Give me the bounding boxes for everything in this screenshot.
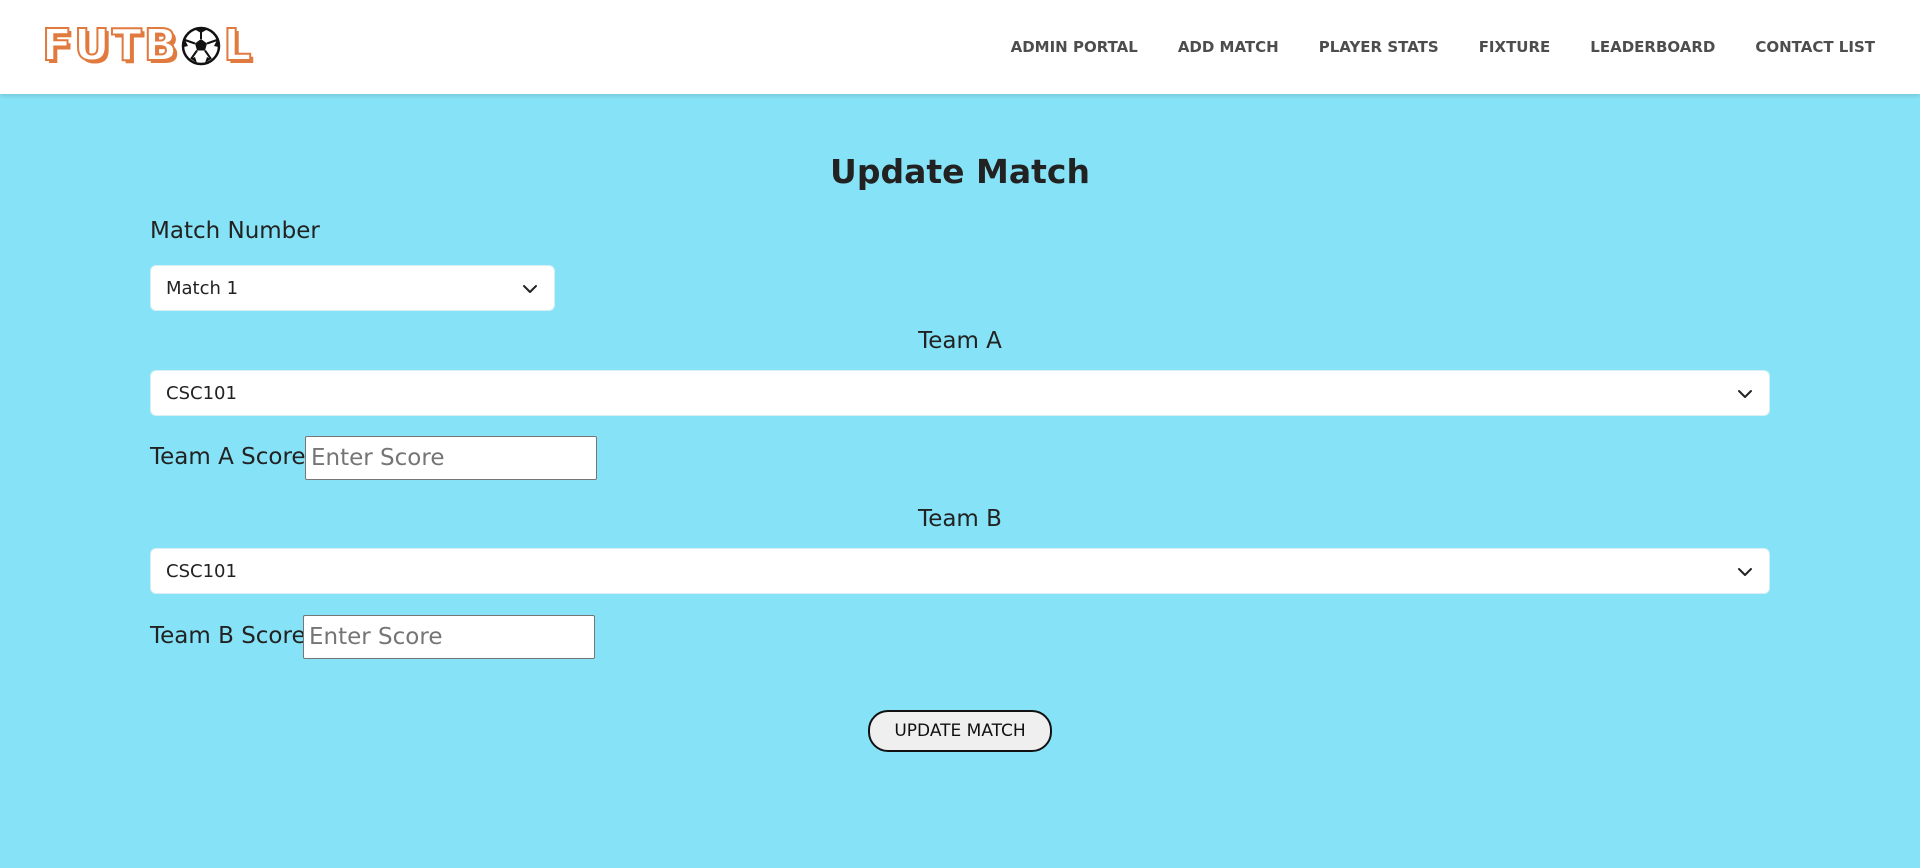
team-b-label: Team B — [918, 506, 1002, 532]
nav-fixture[interactable]: FIXTURE — [1479, 38, 1551, 56]
soccer-ball-icon — [182, 26, 221, 66]
logo-text-left: FUTB — [41, 19, 180, 72]
nav-leaderboard[interactable]: LEADERBOARD — [1590, 38, 1715, 56]
match-number-select[interactable]: Match 1 — [150, 265, 555, 311]
nav-contact-list[interactable]: CONTACT LIST — [1755, 38, 1875, 56]
chevron-down-icon — [1738, 568, 1752, 576]
team-a-score-label: Team A Score — [150, 444, 306, 470]
main-nav: ADMIN PORTAL ADD MATCH PLAYER STATS FIXT… — [971, 0, 1875, 94]
team-b-score-label: Team B Score — [150, 623, 306, 649]
match-number-value: Match 1 — [166, 278, 239, 299]
nav-admin-portal[interactable]: ADMIN PORTAL — [1011, 38, 1138, 56]
team-a-select[interactable]: CSC101 — [150, 370, 1770, 416]
match-number-label: Match Number — [150, 218, 320, 244]
chevron-down-icon — [523, 285, 537, 293]
logo-text-right: L — [222, 19, 254, 72]
team-b-value: CSC101 — [166, 561, 237, 582]
team-b-select[interactable]: CSC101 — [150, 548, 1770, 594]
team-a-label: Team A — [918, 328, 1002, 354]
top-navbar: FUTB L ADMIN PORTAL ADD MATCH PLAYER STA… — [0, 0, 1920, 94]
chevron-down-icon — [1738, 390, 1752, 398]
team-a-score-input[interactable] — [305, 436, 597, 480]
update-match-button[interactable]: UPDATE MATCH — [868, 710, 1052, 752]
nav-add-match[interactable]: ADD MATCH — [1178, 38, 1279, 56]
nav-player-stats[interactable]: PLAYER STATS — [1319, 38, 1439, 56]
futbol-logo[interactable]: FUTB L — [41, 19, 254, 72]
page-title: Update Match — [830, 152, 1090, 191]
team-a-value: CSC101 — [166, 383, 237, 404]
team-b-score-input[interactable] — [303, 615, 595, 659]
